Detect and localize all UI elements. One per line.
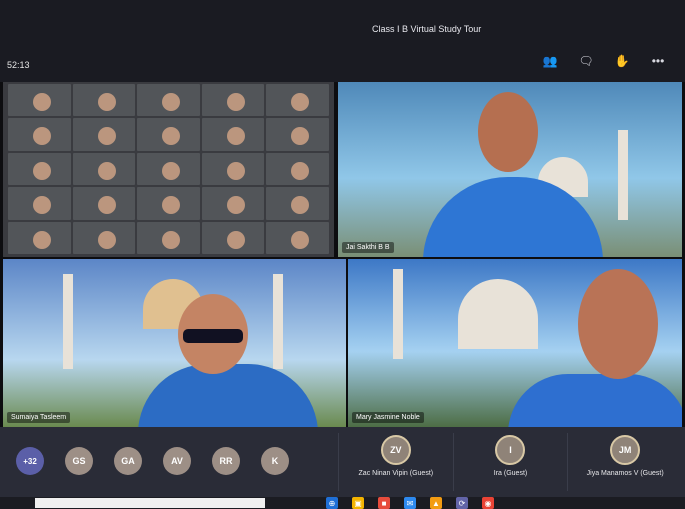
more-options-icon[interactable]: •••: [649, 52, 667, 70]
mail-icon[interactable]: ✉: [404, 497, 416, 509]
gallery-thumbnail: [72, 118, 136, 151]
guest-tile[interactable]: JM Jiya Manamos V (Guest): [567, 433, 682, 491]
avatar[interactable]: RR: [212, 447, 240, 475]
gallery-thumbnail: [201, 118, 265, 151]
participant-name-label: Sumaiya Tasleem: [7, 412, 71, 423]
participant-head: [478, 92, 538, 172]
video-stage: Jai Sakthi B B Sumaiya Tasleem Mary Jasm…: [0, 82, 685, 427]
minaret: [63, 274, 73, 369]
participant-body: [138, 364, 318, 427]
guest-name: Zac Ninan Vipin (Guest): [358, 470, 434, 477]
guest-tile[interactable]: I Ira (Guest): [452, 433, 568, 491]
raise-hand-icon[interactable]: ✋: [613, 52, 631, 70]
gallery-thumbnail: [137, 84, 200, 117]
edge-icon[interactable]: ⊕: [326, 497, 338, 509]
gallery-thumbnail: [266, 152, 329, 186]
gallery-thumbnail: [266, 187, 329, 220]
minaret: [273, 274, 283, 369]
gallery-thumbnail: [137, 118, 200, 151]
guest-name: Jiya Manamos V (Guest): [586, 470, 664, 477]
guest-row: ZV Zac Ninan Vipin (Guest) I Ira (Guest)…: [338, 433, 682, 491]
avatar: I: [495, 435, 526, 465]
avatar[interactable]: GS: [65, 447, 93, 475]
teams-icon[interactable]: ⟳: [456, 497, 468, 509]
meeting-controls: 👥 🗨 ✋ •••: [541, 52, 667, 70]
meeting-header: Class I B Virtual Study Tour 52:13 👥 🗨 ✋…: [0, 0, 685, 82]
video-tile-mary-jasmine[interactable]: Mary Jasmine Noble: [348, 259, 682, 427]
gallery-thumbnail: [137, 187, 200, 220]
guest-tile[interactable]: ZV Zac Ninan Vipin (Guest): [338, 433, 453, 491]
meeting-title: Class I B Virtual Study Tour: [372, 24, 482, 34]
chrome-icon[interactable]: ◉: [482, 497, 494, 509]
sunglasses: [183, 329, 243, 343]
avatar-row: +32 GS GA AV RR K: [16, 447, 289, 475]
participant-head: [578, 269, 658, 379]
gallery-thumbnail: [8, 118, 71, 151]
gallery-thumbnail: [201, 84, 265, 117]
participant-name-label: Mary Jasmine Noble: [352, 412, 424, 423]
gallery-thumbnail: [8, 187, 71, 220]
app-icon[interactable]: ▲: [430, 497, 442, 509]
minaret: [618, 130, 628, 220]
avatar[interactable]: GA: [114, 447, 142, 475]
more-participants-avatar[interactable]: +32: [16, 447, 44, 475]
dome: [458, 279, 538, 349]
meeting-timer: 52:13: [7, 60, 30, 70]
gallery-thumbnail: [201, 187, 265, 220]
gallery-thumbnail: [8, 221, 71, 254]
gallery-thumbnail: [72, 221, 136, 254]
avatar[interactable]: AV: [163, 447, 191, 475]
gallery-thumbnail: [72, 152, 136, 186]
search-box[interactable]: [35, 498, 265, 508]
store-icon[interactable]: ■: [378, 497, 390, 509]
gallery-thumbnail: [72, 187, 136, 220]
gallery-thumbnail: [201, 152, 265, 186]
gallery-thumbnail: [72, 84, 136, 117]
avatar: ZV: [380, 435, 411, 465]
gallery-thumbnail: [266, 221, 329, 254]
gallery-thumbnail: [137, 152, 200, 186]
avatar: JM: [610, 435, 641, 465]
gallery-thumbnail: [266, 84, 329, 117]
video-tile-sumaiya[interactable]: Sumaiya Tasleem: [3, 259, 346, 427]
windows-taskbar: ⊕ ▣ ■ ✉ ▲ ⟳ ◉: [0, 497, 685, 509]
gallery-thumbnail: [266, 118, 329, 151]
participant-gallery: [8, 84, 329, 254]
avatar[interactable]: K: [261, 447, 289, 475]
explorer-icon[interactable]: ▣: [352, 497, 364, 509]
people-icon[interactable]: 👥: [541, 52, 559, 70]
participant-strip: +32 GS GA AV RR K ZV Zac Ninan Vipin (Gu…: [0, 427, 685, 497]
gallery-thumbnail: [137, 221, 200, 254]
minaret: [393, 269, 403, 359]
video-tile-jai-sakthi[interactable]: Jai Sakthi B B: [338, 82, 682, 257]
gallery-tile[interactable]: [3, 82, 334, 257]
participant-name-label: Jai Sakthi B B: [342, 242, 394, 253]
chat-icon[interactable]: 🗨: [577, 52, 595, 70]
gallery-thumbnail: [201, 221, 265, 254]
gallery-thumbnail: [8, 84, 71, 117]
taskbar-apps: ⊕ ▣ ■ ✉ ▲ ⟳ ◉: [326, 497, 494, 509]
gallery-thumbnail: [8, 152, 71, 186]
participant-body: [508, 374, 682, 427]
guest-name: Ira (Guest): [493, 470, 528, 477]
